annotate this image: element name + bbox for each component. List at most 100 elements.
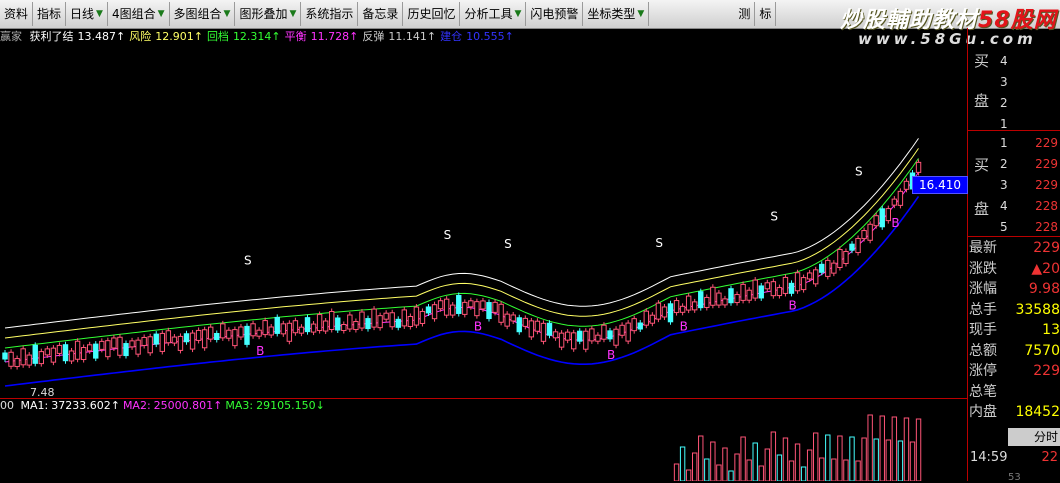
toolbar-right-item-0[interactable]: 测 (734, 2, 756, 26)
volume-chart[interactable] (0, 414, 967, 481)
dropdown-arrow-icon[interactable]: ▼ (96, 2, 103, 26)
candle (274, 316, 280, 334)
candle (728, 288, 734, 304)
sell-marker: S (655, 236, 663, 250)
volume-bar (788, 460, 795, 481)
level-price: 229 (1035, 157, 1058, 171)
last-price-tag: 16.410 (912, 176, 968, 194)
level-number: 1 (1000, 136, 1008, 150)
candle (14, 358, 20, 368)
toolbar-item-4[interactable]: 多图组合 ▼ (170, 2, 236, 26)
candle (250, 323, 256, 337)
level-number: 4 (1000, 199, 1008, 213)
candle (456, 294, 462, 314)
candle (135, 339, 141, 355)
candle (746, 289, 752, 301)
toolbar-item-7[interactable]: 备忘录 (358, 2, 404, 26)
volume-bar (813, 432, 819, 481)
toolbar-item-6[interactable]: 系统指示 (301, 2, 359, 26)
divider (968, 130, 1060, 131)
candle (407, 315, 414, 327)
toolbar-item-10[interactable]: 闪电预警 (526, 2, 584, 26)
candle (32, 344, 38, 364)
toolbar-item-label: 系统指示 (305, 7, 354, 21)
candle (365, 318, 371, 330)
candle (516, 317, 522, 333)
candle (813, 269, 819, 285)
candle (601, 324, 607, 340)
candle (722, 298, 728, 306)
toolbar-item-2[interactable]: 日线 ▼ (66, 2, 108, 26)
volume-bar (903, 417, 910, 481)
dropdown-arrow-icon[interactable]: ▼ (289, 2, 296, 26)
candle (256, 329, 262, 337)
candle (685, 295, 692, 311)
toolbar-right-item-1[interactable]: 标 (755, 2, 777, 26)
candle (819, 263, 825, 273)
dropdown-arrow-icon[interactable]: ▼ (637, 2, 644, 26)
candle (794, 272, 801, 292)
candle (843, 251, 849, 265)
toolbar-item-9[interactable]: 分析工具 ▼ (460, 2, 527, 26)
volume-bar (734, 453, 740, 481)
volume-ma-item: MA3: (225, 399, 254, 412)
candle (413, 306, 420, 326)
volume-bar (909, 441, 916, 481)
toolbar-item-label: 备忘录 (362, 7, 399, 21)
candle (861, 230, 867, 240)
candle (68, 350, 75, 362)
buy-marker: B (680, 319, 688, 333)
level-number: 3 (1000, 178, 1008, 192)
buy-marker: B (789, 298, 797, 312)
toolbar-item-5[interactable]: 图形叠加 ▼ (235, 2, 302, 26)
toolbar-item-0[interactable]: 资料 (0, 2, 34, 26)
volume-bar (685, 469, 692, 481)
dropdown-arrow-icon[interactable]: ▼ (158, 2, 165, 26)
toolbar-item-label: 闪电预警 (530, 7, 579, 21)
candle (105, 340, 111, 358)
indicator-legend: 赢家 获利了结 13.487↑ 风险 12.901↑ 回档 12.314↑ 平衡 11.728… (0, 28, 518, 43)
volume-bar (673, 463, 680, 481)
volume-bar (885, 439, 891, 481)
volume-bar (782, 437, 789, 481)
candle (625, 322, 631, 342)
candle (443, 298, 450, 316)
candle (56, 344, 63, 354)
candle (540, 322, 547, 342)
candle (214, 332, 220, 340)
tab-timeshare[interactable]: 分时 (1008, 428, 1060, 446)
quote-row: 涨停 229 (968, 361, 1060, 381)
candle (849, 243, 855, 251)
candle (226, 329, 232, 339)
candle (353, 321, 359, 331)
candle (129, 340, 135, 348)
candle (776, 287, 783, 297)
candle (607, 330, 613, 340)
candle (655, 302, 662, 320)
candle (401, 309, 408, 327)
sell-marker: S (244, 253, 252, 267)
candle (522, 317, 528, 327)
toolbar-item-3[interactable]: 4图组合 ▼ (108, 2, 170, 26)
candle (758, 285, 764, 299)
candle (268, 326, 274, 336)
toolbar-item-1[interactable]: 指标 (33, 2, 67, 26)
tick-price: 22 (1041, 450, 1058, 465)
candle (740, 283, 746, 301)
candle (891, 198, 898, 206)
dropdown-arrow-icon[interactable]: ▼ (514, 2, 521, 26)
volume-bar (770, 431, 777, 481)
orderbook-buy-row: 4 228 (968, 197, 1060, 215)
quote-value: 229 (1033, 363, 1060, 379)
toolbar-item-8[interactable]: 历史回忆 (403, 2, 461, 26)
toolbar-item-11[interactable]: 坐标类型 ▼ (583, 2, 650, 26)
candle (873, 215, 879, 227)
candle (583, 330, 589, 350)
volume-bar (794, 443, 801, 481)
candle (673, 300, 680, 314)
dropdown-arrow-icon[interactable]: ▼ (224, 2, 231, 26)
volume-bar (915, 418, 922, 481)
price-chart[interactable]: S S S S S S B B B B B B 7.48 (0, 42, 967, 398)
quote-row: 现手 13 (968, 320, 1060, 340)
volume-ma-value: 37233.602↑ (51, 399, 120, 412)
